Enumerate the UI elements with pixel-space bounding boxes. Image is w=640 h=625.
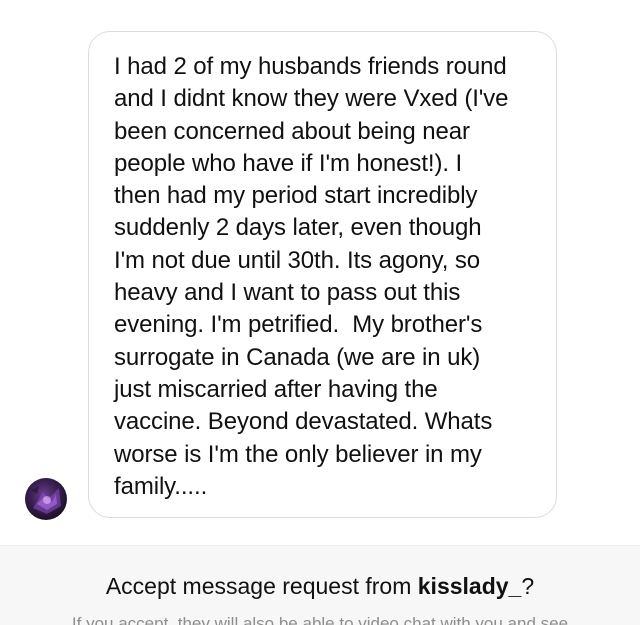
message-request-bar: Accept message request from kisslady_? I…	[0, 545, 640, 625]
request-subtitle: If you accept, they will also be able to…	[71, 614, 569, 625]
request-title-suffix: ?	[521, 573, 535, 599]
message-bubble[interactable]: I had 2 of my husbands friends round and…	[88, 31, 557, 518]
chat-screen: I had 2 of my husbands friends round and…	[0, 0, 640, 625]
request-title: Accept message request from kisslady_?	[0, 573, 640, 600]
profile-photo-icon	[31, 486, 61, 514]
sender-avatar[interactable]	[25, 478, 67, 520]
request-title-prefix: Accept message request from	[105, 573, 418, 599]
request-username[interactable]: kisslady_	[418, 573, 522, 599]
message-text: I had 2 of my husbands friends round and…	[114, 53, 509, 500]
